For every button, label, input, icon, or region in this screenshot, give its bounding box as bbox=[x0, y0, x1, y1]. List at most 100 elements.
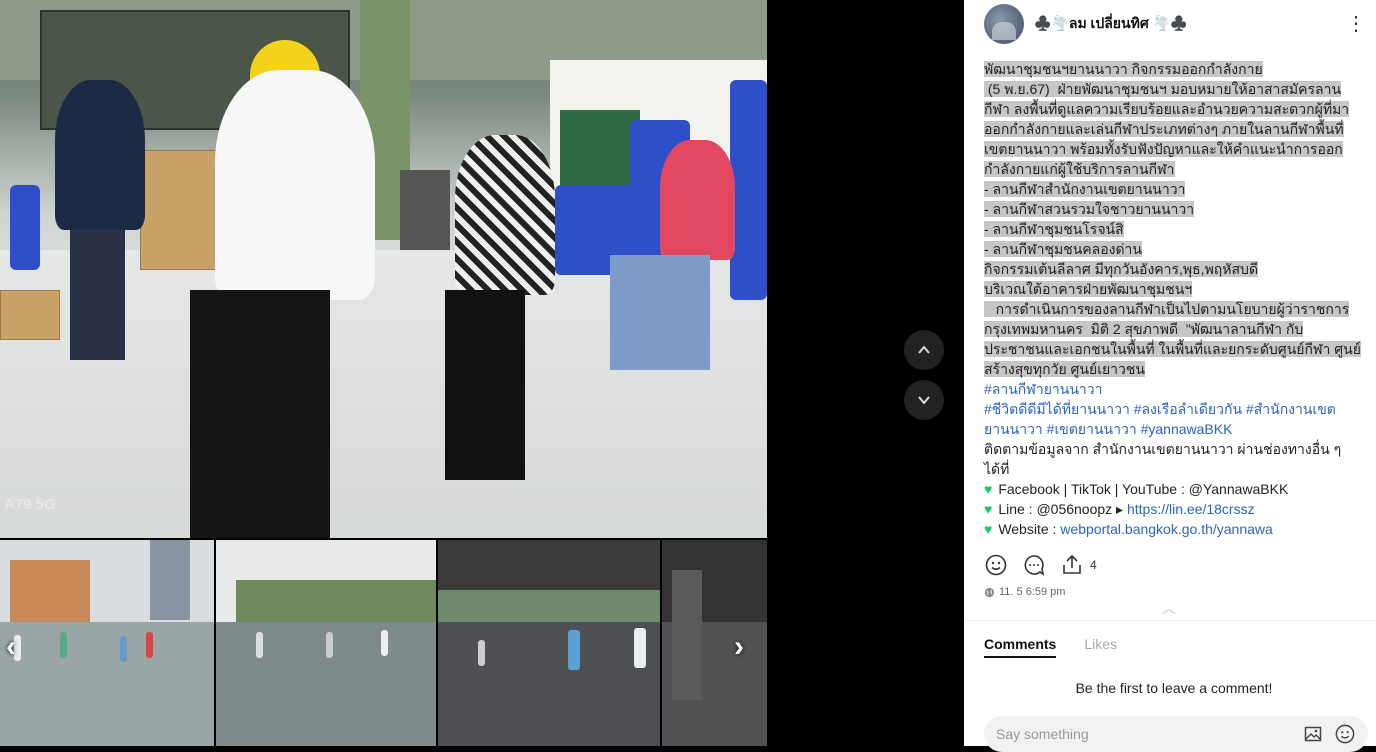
smiley-icon bbox=[985, 554, 1007, 576]
boxes bbox=[140, 150, 220, 270]
hashtag-link[interactable]: #ลานกีฬายานนาวา bbox=[984, 381, 1103, 397]
person-legs bbox=[190, 290, 330, 538]
attach-image-button[interactable] bbox=[1302, 723, 1324, 745]
post-line: กำลังกายแก่ผู้ใช้บริการลานกีฬา bbox=[984, 159, 1369, 179]
post-line: (5 พ.ย.67) ฝ่ายพัฒนาชุมชนฯ มอบหมายให้อาส… bbox=[984, 79, 1369, 99]
person-legs bbox=[445, 290, 525, 480]
child bbox=[326, 632, 333, 658]
social-line: ♥ Line : @056noopz ▸ https://lin.ee/18crs… bbox=[984, 499, 1369, 519]
post-line-text: กรุงเทพมหานคร มิติ 2 สุขภาพดี "พัฒนาลานก… bbox=[984, 321, 1304, 337]
emoji-button[interactable] bbox=[1334, 723, 1356, 745]
child bbox=[634, 628, 646, 668]
camera-watermark: A79 5G bbox=[4, 496, 56, 513]
tab-likes[interactable]: Likes bbox=[1084, 636, 1117, 658]
post-line-text: ออกกำลังกายและเล่นกีฬาประเภทต่างๆ ภายในล… bbox=[984, 121, 1344, 137]
thumbnail-3[interactable] bbox=[438, 540, 660, 746]
post-line-text: - ลานกีฬาสำนักงานเขตยานนาวา bbox=[984, 181, 1186, 197]
person-checkered-shirt bbox=[455, 135, 555, 295]
post-line: - ลานกีฬาชุมชนโรจน์สิ bbox=[984, 219, 1369, 239]
green-heart-icon: ♥ bbox=[984, 501, 993, 517]
main-photo[interactable]: A79 5G bbox=[0, 0, 767, 538]
social-text: Website : bbox=[998, 521, 1061, 537]
post-line-text: กิจกรรมเต้นลีลาศ มีทุกวันอังคาร,พุธ,พฤหั… bbox=[984, 261, 1259, 277]
next-photo-button[interactable] bbox=[904, 380, 944, 420]
cabinet bbox=[400, 170, 450, 250]
tower bbox=[150, 540, 190, 620]
social-text: Facebook | TikTok | YouTube : @YannawaBK… bbox=[998, 481, 1289, 497]
post-text: พัฒนาชุมชนฯยานนาวา กิจกรรมออกกำลังกาย (5… bbox=[984, 59, 1369, 539]
thumbs-next-icon[interactable]: › bbox=[734, 630, 744, 664]
chevron-down-icon bbox=[918, 396, 930, 405]
thumbs-prev-icon[interactable]: ‹ bbox=[6, 630, 16, 664]
avatar[interactable] bbox=[984, 4, 1024, 44]
pillar bbox=[672, 570, 702, 700]
prev-photo-button[interactable] bbox=[904, 330, 944, 370]
green-heart-icon: ♥ bbox=[984, 521, 993, 537]
collapse-chevron-icon[interactable]: ︿ bbox=[1162, 598, 1176, 618]
court bbox=[0, 622, 214, 746]
post-line: กิจกรรมเต้นลีลาศ มีทุกวันอังคาร,พุธ,พฤหั… bbox=[984, 259, 1369, 279]
comment-button[interactable] bbox=[1022, 553, 1046, 577]
post-line: ประชาชนและเอกชนในพื้นที่ ในพื้นที่และยกร… bbox=[984, 339, 1369, 359]
building bbox=[10, 560, 90, 630]
thumbnail-strip: ‹ › bbox=[0, 540, 767, 746]
post-line-text: (5 พ.ย.67) ฝ่ายพัฒนาชุมชนฯ มอบหมายให้อาส… bbox=[984, 81, 1342, 97]
child bbox=[256, 632, 263, 658]
globe-icon bbox=[984, 587, 995, 597]
post-time: 11. 5 6:59 pm bbox=[984, 586, 1065, 598]
person-pink-shirt bbox=[660, 140, 735, 260]
post-line: สร้างสุขทุกวัย ศูนย์เยาวชน bbox=[984, 359, 1369, 379]
blue-chairs bbox=[730, 80, 767, 300]
line-link[interactable]: https://lin.ee/18crssz bbox=[1127, 501, 1255, 517]
post-line: - ลานกีฬาชุมชนคลองด่าน bbox=[984, 239, 1369, 259]
comment-box bbox=[984, 716, 1368, 752]
post-lines: พัฒนาชุมชนฯยานนาวา กิจกรรมออกกำลังกาย (5… bbox=[984, 59, 1369, 379]
follow-text: ติดตามข้อมูลจาก สำนักงานเขตยานนาวา ผ่านช… bbox=[984, 441, 1342, 477]
share-icon bbox=[1063, 554, 1081, 574]
empty-comments-message: Be the first to leave a comment! bbox=[1075, 680, 1273, 696]
post-line-text: - ลานกีฬาชุมชนคลองด่าน bbox=[984, 241, 1142, 257]
child bbox=[146, 632, 153, 658]
post-line: - ลานกีฬาสวนรวมใจชาวยานนาวา bbox=[984, 199, 1369, 219]
post-line: เขตยานนาวา พร้อมทั้งรับฟังปัญหาและให้คำแ… bbox=[984, 139, 1369, 159]
person-jeans bbox=[610, 255, 710, 370]
tab-comments[interactable]: Comments bbox=[984, 636, 1057, 658]
thumbnail-1[interactable] bbox=[0, 540, 214, 746]
post-line-text: ประชาชนและเอกชนในพื้นที่ ในพื้นที่และยกร… bbox=[984, 341, 1361, 357]
person-legs bbox=[70, 230, 125, 360]
media-viewer: A79 5G ‹ › bbox=[0, 0, 964, 746]
post-line-text: พัฒนาชุมชนฯยานนาวา กิจกรรมออกกำลังกาย bbox=[984, 61, 1263, 77]
social-text: Line : @056noopz ▸ bbox=[998, 501, 1127, 517]
post-actions: 4 bbox=[984, 552, 1097, 578]
hashtag-link[interactable]: ยานนาวา #เขตยานนาวา #yannawaBKK bbox=[984, 421, 1232, 437]
thumbnail-2[interactable] bbox=[216, 540, 436, 746]
child bbox=[478, 640, 485, 666]
child bbox=[60, 632, 67, 658]
post-line-text: บริเวณใต้อาคารฝ่ายพัฒนาชุมชนฯ bbox=[984, 281, 1193, 297]
share-button[interactable] bbox=[1060, 553, 1084, 577]
social-line: ♥ Website : webportal.bangkok.go.th/yanna… bbox=[984, 519, 1369, 539]
website-link[interactable]: webportal.bangkok.go.th/yannawa bbox=[1060, 521, 1272, 537]
post-line: กีฬา ลงพื้นที่ดูแลความเรียบร้อยและอำนวยค… bbox=[984, 99, 1369, 119]
comment-input[interactable] bbox=[996, 726, 1292, 742]
blue-chair bbox=[10, 185, 40, 270]
chevron-up-icon bbox=[918, 345, 930, 354]
post-line-text: กีฬา ลงพื้นที่ดูแลความเรียบร้อยและอำนวยค… bbox=[984, 101, 1350, 117]
post-line: กรุงเทพมหานคร มิติ 2 สุขภาพดี "พัฒนาลานก… bbox=[984, 319, 1369, 339]
child bbox=[120, 636, 127, 662]
smiley-icon bbox=[1335, 724, 1355, 744]
person-blue-dress bbox=[55, 80, 145, 230]
author-name[interactable]: ♣️🌪️ลม เปลี่ยนทิศ 🌪️♣️ bbox=[1034, 13, 1187, 35]
thumbnail-4[interactable] bbox=[662, 540, 767, 746]
person-white-shirt bbox=[215, 70, 375, 300]
more-options-icon[interactable]: ⋮ bbox=[1346, 14, 1366, 34]
floor bbox=[438, 622, 660, 746]
emoji-react-button[interactable] bbox=[984, 553, 1008, 577]
hashtag-line: #ชีวิตดีดีมีได้ที่ยานนาวา #ลงเรือลำเดียว… bbox=[984, 399, 1369, 419]
boxes bbox=[0, 290, 60, 340]
greenboard bbox=[560, 110, 640, 190]
post-header: ♣️🌪️ลม เปลี่ยนทิศ 🌪️♣️ ⋮ bbox=[984, 4, 1366, 44]
post-line-text: สร้างสุขทุกวัย ศูนย์เยาวชน bbox=[984, 361, 1145, 377]
child bbox=[568, 630, 580, 670]
hashtag-link[interactable]: #ชีวิตดีดีมีได้ที่ยานนาวา #ลงเรือลำเดียว… bbox=[984, 401, 1336, 417]
